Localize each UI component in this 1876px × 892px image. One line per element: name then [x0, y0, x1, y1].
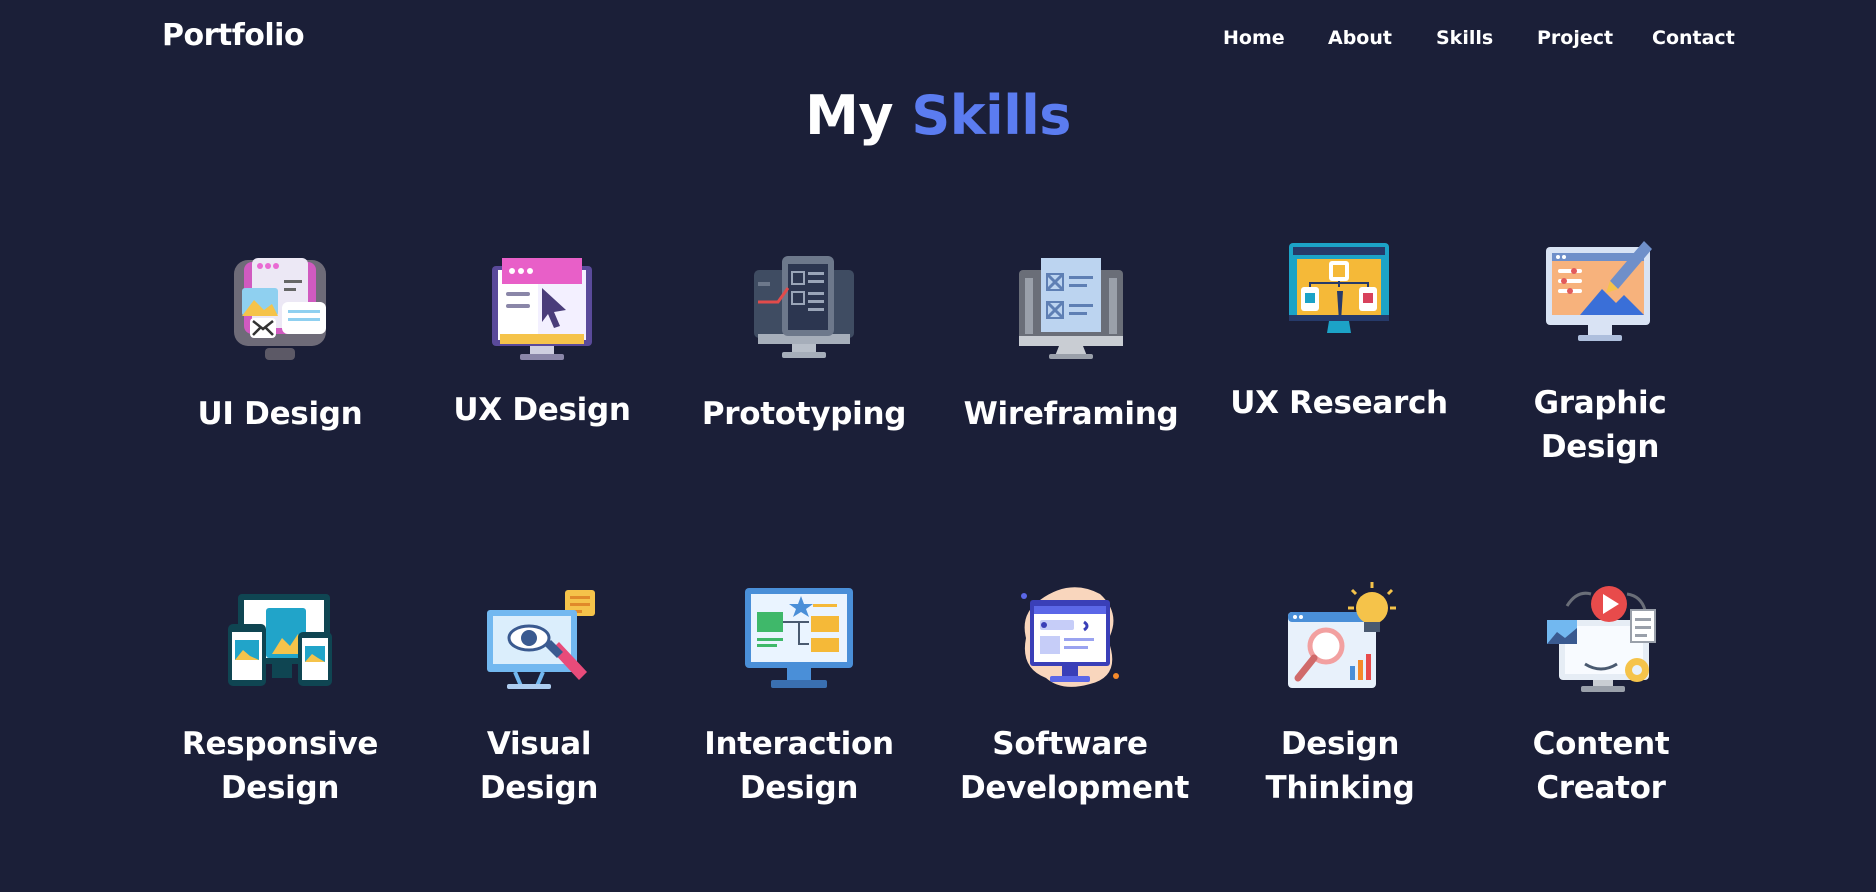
skill-label: Graphic Design — [1533, 385, 1667, 465]
skill-label: UX Research — [1230, 385, 1448, 421]
skill-card-interaction-design: Interaction Design — [689, 580, 909, 810]
skill-label: Software Development — [960, 726, 1190, 806]
nav-link-about[interactable]: About — [1328, 27, 1392, 49]
section-title-part1: My — [805, 84, 894, 147]
ux-design-icon — [492, 258, 592, 360]
skill-card-design-thinking: Design Thinking — [1230, 580, 1450, 810]
nav-link-skills[interactable]: Skills — [1436, 27, 1493, 49]
content-creator-icon — [1547, 586, 1656, 692]
ui-design-icon — [234, 258, 326, 360]
interaction-design-icon — [745, 588, 853, 688]
skill-label: Wireframing — [963, 396, 1179, 432]
section-title: My Skills — [0, 84, 1876, 147]
design-thinking-icon — [1288, 582, 1396, 688]
skill-label: Prototyping — [701, 396, 907, 432]
skill-card-graphic-design: Graphic Design — [1490, 235, 1710, 469]
logo[interactable]: Portfolio — [162, 18, 305, 53]
skill-card-ux-research: UX Research — [1229, 235, 1449, 425]
visual-design-icon — [487, 590, 595, 689]
ux-research-icon — [1289, 243, 1389, 333]
skill-card-prototyping: Prototyping — [694, 248, 914, 436]
skill-label: UI Design — [197, 396, 363, 432]
skill-card-ux-design: UX Design — [432, 248, 652, 432]
prototyping-icon — [754, 256, 854, 358]
skill-card-visual-design: Visual Design — [429, 580, 649, 810]
skill-label: Visual Design — [479, 726, 599, 806]
nav-link-home[interactable]: Home — [1223, 27, 1285, 49]
skill-label: UX Design — [453, 392, 631, 428]
navbar: Portfolio Home About Skills Project Cont… — [0, 0, 1876, 78]
skill-label: Design Thinking — [1265, 726, 1415, 806]
section-title-accent: Skills — [911, 84, 1071, 147]
skill-card-ui-design: UI Design — [170, 248, 390, 436]
nav-link-contact[interactable]: Contact — [1652, 27, 1735, 49]
skill-label: Responsive Design — [181, 726, 379, 806]
nav-link-project[interactable]: Project — [1537, 27, 1613, 49]
skill-label: Interaction Design — [704, 726, 894, 806]
skill-label: Content Creator — [1532, 726, 1670, 806]
skill-card-wireframing: Wireframing — [961, 248, 1181, 436]
software-development-icon — [1021, 587, 1119, 687]
skill-card-content-creator: Content Creator — [1491, 580, 1711, 810]
skill-card-software-development: Software Development — [960, 580, 1190, 810]
skill-card-responsive-design: Responsive Design — [170, 580, 390, 810]
responsive-design-icon — [228, 594, 332, 686]
graphic-design-icon — [1546, 241, 1652, 341]
wireframing-icon — [1019, 258, 1123, 359]
